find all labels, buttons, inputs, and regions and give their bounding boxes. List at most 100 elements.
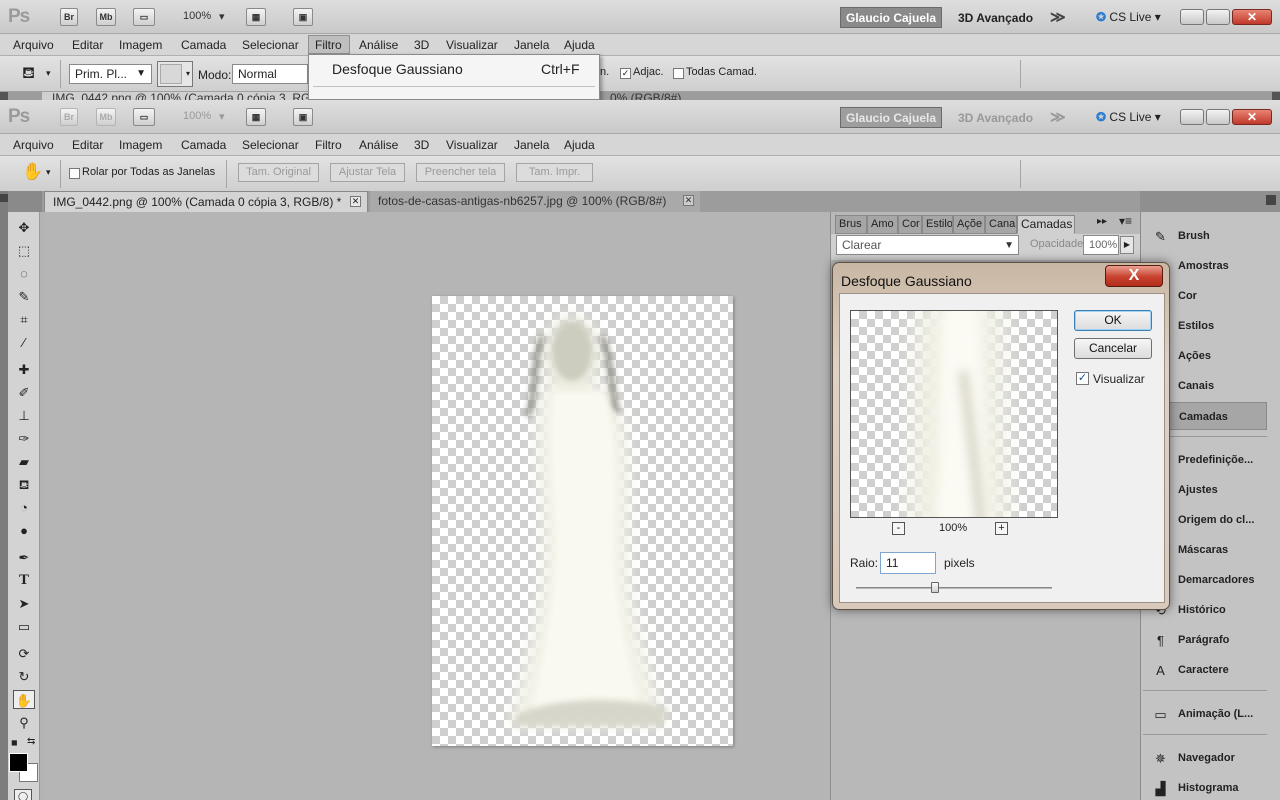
doc-tab-fotos[interactable]: fotos-de-casas-antigas-nb6257.jpg @ 100%… (370, 191, 700, 212)
tab-brush[interactable]: Brus (835, 215, 867, 234)
opacity-field[interactable]: 100% (1083, 235, 1119, 255)
print-size-button[interactable]: Tam. Impr. (516, 163, 593, 182)
chevron-down-icon[interactable]: ▾ (219, 10, 225, 23)
close-tab-icon[interactable]: ✕ (350, 196, 361, 207)
restore-button[interactable] (1206, 9, 1230, 25)
marquee-tool-icon[interactable]: ⬚ (13, 241, 35, 260)
zoom-in-button[interactable]: + (995, 522, 1008, 535)
healing-brush-tool-icon[interactable]: ✚ (13, 360, 35, 379)
tab-acoes[interactable]: Açõe (953, 215, 985, 234)
swap-colors-icon[interactable]: ⇆ (27, 736, 35, 747)
menu-arquivo[interactable]: Arquivo (13, 138, 54, 152)
dock-animacao[interactable]: ▭ Animação (L... (1143, 700, 1267, 728)
quick-select-tool-icon[interactable]: ✎ (13, 287, 35, 306)
document-canvas[interactable] (432, 296, 733, 746)
restore-button[interactable] (1206, 109, 1230, 125)
user-name[interactable]: Glaucio Cajuela (840, 107, 942, 128)
close-tab-icon[interactable]: ✕ (683, 195, 694, 206)
all-layers-checkbox[interactable] (673, 68, 684, 79)
lasso-tool-icon[interactable]: ◌ (13, 264, 35, 283)
menu-ajuda[interactable]: Ajuda (564, 38, 595, 52)
paint-bucket-icon[interactable]: ⛾ (22, 64, 35, 84)
scroll-all-windows-checkbox[interactable] (69, 168, 80, 179)
paint-bucket-tool-icon[interactable]: ⛾ (13, 475, 35, 494)
3d-rotate-tool-icon[interactable]: ⟳ (13, 644, 35, 663)
fill-screen-button[interactable]: Preencher tela (416, 163, 505, 182)
cs-live[interactable]: ✪ CS Live ▾ (1096, 10, 1161, 24)
menu-visualizar[interactable]: Visualizar (446, 138, 498, 152)
history-brush-tool-icon[interactable]: ✑ (13, 429, 35, 448)
path-select-tool-icon[interactable]: ➤ (13, 594, 35, 613)
radius-slider-thumb[interactable] (931, 582, 939, 593)
dodge-tool-icon[interactable]: ● (13, 521, 35, 540)
zoom-level[interactable]: 100% (183, 110, 211, 122)
menu-selecionar[interactable]: Selecionar (242, 38, 299, 52)
dock-histograma[interactable]: ▟ Histograma (1143, 774, 1267, 800)
menu-editar[interactable]: Editar (72, 38, 103, 52)
menu-imagem[interactable]: Imagem (119, 38, 162, 52)
minimize-button[interactable] (1180, 9, 1204, 25)
zoom-tool-icon[interactable]: ⚲ (13, 713, 35, 732)
workspace-label[interactable]: 3D Avançado (958, 111, 1033, 125)
collapse-toggle[interactable] (0, 194, 8, 202)
doc-tab-img0442[interactable]: IMG_0442.png @ 100% (Camada 0 cópia 3, R… (44, 191, 368, 212)
menu-arquivo[interactable]: Arquivo (13, 38, 54, 52)
screen-mode-button[interactable]: ▣ (293, 8, 313, 26)
menu-selecionar[interactable]: Selecionar (242, 138, 299, 152)
collapse-panel-icon[interactable]: ▸▸ (1097, 216, 1107, 227)
bridge-button[interactable]: Br (60, 8, 78, 26)
minimize-button[interactable] (1180, 109, 1204, 125)
zoom-out-button[interactable]: - (892, 522, 905, 535)
crop-tool-icon[interactable]: ⌗ (13, 310, 35, 329)
preview-checkbox[interactable]: ✓ (1076, 372, 1089, 385)
chevron-down-icon[interactable]: ▾ (46, 167, 51, 178)
bridge-button[interactable]: Br (60, 108, 78, 126)
more-workspaces-icon[interactable]: ≫ (1050, 8, 1066, 26)
pen-tool-icon[interactable]: ✒ (13, 548, 35, 567)
rectangle-tool-icon[interactable]: ▭ (13, 617, 35, 636)
menu-editar[interactable]: Editar (72, 138, 103, 152)
menu-camada[interactable]: Camada (181, 138, 226, 152)
foreground-color-swatch[interactable] (9, 753, 28, 772)
menu-analise[interactable]: Análise (359, 138, 398, 152)
quick-mask-icon[interactable]: ◯ (14, 789, 32, 800)
eraser-tool-icon[interactable]: ▰ (13, 452, 35, 471)
tab-cor[interactable]: Cor (898, 215, 922, 234)
menu-janela[interactable]: Janela (514, 138, 549, 152)
ok-button[interactable]: OK (1074, 310, 1152, 331)
panel-menu-icon[interactable]: ▾≡ (1119, 214, 1132, 228)
menu-camada[interactable]: Camada (181, 38, 226, 52)
menu-analise[interactable]: Análise (359, 38, 398, 52)
brush-tool-icon[interactable]: ✐ (13, 383, 35, 402)
cancel-button[interactable]: Cancelar (1074, 338, 1152, 359)
fill-source-select[interactable]: Prim. Pl... ▼ (69, 64, 152, 84)
dock-caractere[interactable]: A Caractere (1143, 656, 1267, 684)
user-name[interactable]: Glaucio Cajuela (840, 7, 942, 28)
tab-canais[interactable]: Cana (985, 215, 1017, 234)
blur-preview[interactable] (850, 310, 1058, 518)
pattern-picker[interactable]: ▾ (157, 61, 193, 87)
cs-live[interactable]: ✪ CS Live ▾ (1096, 110, 1161, 124)
chevron-down-icon[interactable]: ▾ (219, 110, 225, 123)
dialog-close-button[interactable]: X (1105, 265, 1163, 287)
close-window-button[interactable]: ✕ (1232, 109, 1272, 125)
tab-amostras[interactable]: Amo (867, 215, 898, 234)
actual-pixels-button[interactable]: Tam. Original (238, 163, 319, 182)
minibridge-button[interactable]: Mb (96, 8, 116, 26)
screen-mode-button[interactable]: ▣ (293, 108, 313, 126)
menu-3d[interactable]: 3D (414, 138, 429, 152)
zoom-level[interactable]: 100% (183, 10, 211, 22)
menu-visualizar[interactable]: Visualizar (446, 38, 498, 52)
default-colors-icon[interactable]: ◼ (11, 738, 18, 747)
tab-estilos[interactable]: Estilo (922, 215, 953, 234)
chevron-down-icon[interactable]: ▾ (46, 68, 51, 79)
hand-tool-icon[interactable]: ✋ (22, 162, 43, 182)
move-tool-icon[interactable]: ✥ (13, 218, 35, 237)
menu-3d[interactable]: 3D (414, 38, 429, 52)
type-tool-icon[interactable]: T (13, 571, 35, 590)
adjac-checkbox[interactable]: ✓ (620, 68, 631, 79)
more-workspaces-icon[interactable]: ≫ (1050, 108, 1066, 126)
close-window-button[interactable]: ✕ (1232, 9, 1272, 25)
dock-brush[interactable]: ✎ Brush (1143, 222, 1267, 250)
radius-input[interactable]: 11 (880, 552, 936, 574)
